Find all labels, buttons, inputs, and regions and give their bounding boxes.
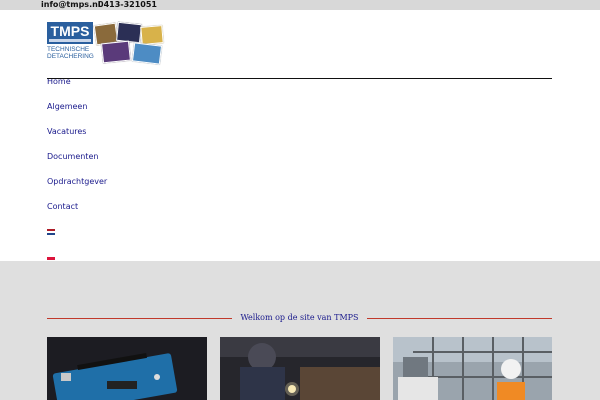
nav-item-opdrachtgever[interactable]: Opdrachtgever: [47, 177, 107, 186]
logo-photo-4: [101, 40, 131, 64]
flag-netherlands-icon[interactable]: [47, 229, 55, 235]
construction-worker-photo: [393, 337, 552, 400]
top-contact-bar: info@tmps.nl 0413-321051: [0, 0, 600, 10]
nav-item-contact[interactable]: Contact: [47, 202, 78, 211]
logo-tagline-line2: DETACHERING: [47, 53, 94, 60]
site-header: TMPS TECHNISCHE DETACHERING Home Algemee…: [0, 10, 600, 261]
nav-item-algemeen[interactable]: Algemeen: [47, 102, 87, 111]
logo-photo-3: [140, 25, 164, 45]
logo-badge-stripe: [49, 39, 91, 42]
site-logo[interactable]: TMPS TECHNISCHE DETACHERING: [47, 21, 165, 65]
logo-photo-2: [116, 21, 142, 44]
welcome-heading: Welkom op de site van TMPS: [47, 313, 552, 322]
welder-at-work-photo: [220, 337, 380, 400]
arduino-board-photo: [47, 337, 207, 400]
flag-poland-icon[interactable]: [47, 254, 55, 260]
contact-phone[interactable]: 0413-321051: [98, 0, 157, 10]
logo-photo-5: [131, 42, 163, 65]
logo-tagline-line1: TECHNISCHE: [47, 46, 90, 53]
contact-email[interactable]: info@tmps.nl: [41, 0, 101, 10]
active-nav-underline: [47, 78, 552, 79]
feature-card-arduino[interactable]: [47, 337, 207, 400]
welcome-title: Welkom op de site van TMPS: [232, 313, 367, 322]
nav-item-vacatures[interactable]: Vacatures: [47, 127, 86, 136]
feature-card-construction[interactable]: [393, 337, 552, 400]
feature-card-welding[interactable]: [220, 337, 380, 400]
nav-item-documenten[interactable]: Documenten: [47, 152, 98, 161]
logo-tagline: TECHNISCHE DETACHERING: [47, 46, 95, 60]
